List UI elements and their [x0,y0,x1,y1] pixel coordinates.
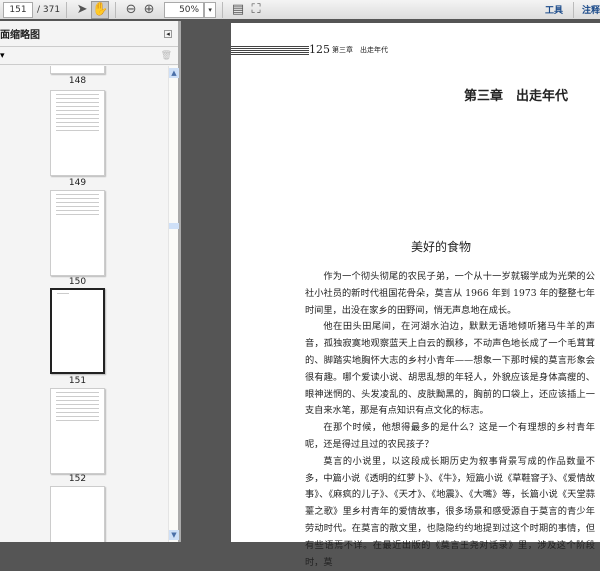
thumbnail-page-153[interactable] [50,486,105,542]
thumbnail-page-148[interactable] [50,66,105,74]
thumbnails-scrollbar[interactable]: ▲ ▼ [168,66,179,542]
header-page-number: 125 [309,43,330,56]
paragraph: 在那个时候，他想得最多的是什么？这是一个有理想的乡村青年呢，还是得过且过的农民孩… [305,422,595,450]
header-chapter: 第三章 出走年代 [332,45,388,54]
scroll-thumb[interactable] [169,223,179,229]
page-number-input[interactable]: 151 [3,1,33,18]
document-page: 125 第三章 出走年代 第三章 出走年代 美好的食物 作为一个彻头彻尾的农民子… [231,23,600,568]
panel-title: 页面缩略图 [0,30,40,41]
tools-button[interactable]: 工具 [535,3,573,16]
thumbnails-panel: 页面缩略图 ◂ ▾ 🗑 148 149 150 151 152 ▲ ▼ [0,21,181,542]
running-header: 125 第三章 出走年代 [231,43,388,56]
thumbnail-label: 148 [68,76,87,86]
select-tool-icon[interactable]: ➤ [73,1,91,19]
zoom-out-icon[interactable]: ⊖ [122,1,140,19]
paragraph: 他在田头田尾间，在河湖水泊边，默默无语地倾听猪马牛羊的声音，孤独寂寞地观察蓝天上… [305,321,595,417]
paragraph: 莫言的小说里，以这段成长期历史为叙事背景写成的作品数量不多，中篇小说《透明的红萝… [305,455,595,568]
toolbar: 151 / 371 ➤ ✋ ⊖ ⊕ 50% ▾ ▤ ⛶ 工具 注释 [0,0,600,21]
thumbnail-page-151[interactable] [50,288,105,374]
fit-page-icon[interactable]: ▤ [229,1,247,19]
thumbnail-page-150[interactable] [50,190,105,276]
zoom-in-icon[interactable]: ⊕ [140,1,158,19]
collapse-panel-icon[interactable]: ◂ [164,29,172,38]
options-dropdown-icon[interactable]: ▾ [0,51,5,61]
scroll-up-icon[interactable]: ▲ [169,68,179,78]
page-total: / 371 [37,4,61,15]
zoom-dropdown[interactable]: ▾ [204,1,217,18]
zoom-input[interactable]: 50% [164,1,205,18]
section-title: 美好的食物 [411,240,472,254]
body-text: 作为一个彻头彻尾的农民子弟，一个从十一岁就辍学成为光荣的公社小社员的新时代祖国花… [305,269,595,571]
thumbnail-page-152[interactable] [50,388,105,474]
thumbnail-label: 152 [68,474,87,484]
chapter-title: 第三章 出走年代 [463,89,568,104]
thumbnail-label: 151 [68,376,87,386]
full-screen-icon[interactable]: ⛶ [247,1,265,19]
redacted-mark [231,44,309,55]
hand-tool-icon[interactable]: ✋ [91,0,110,19]
comment-button[interactable]: 注释 [574,3,600,16]
thumbnail-page-149[interactable] [50,90,105,176]
thumbnail-label: 149 [68,178,87,188]
trash-icon[interactable]: 🗑 [161,51,172,61]
thumbnail-label: 150 [68,277,87,287]
paragraph: 作为一个彻头彻尾的农民子弟，一个从十一岁就辍学成为光荣的公社小社员的新时代祖国花… [305,271,595,316]
scroll-down-icon[interactable]: ▼ [169,530,179,540]
